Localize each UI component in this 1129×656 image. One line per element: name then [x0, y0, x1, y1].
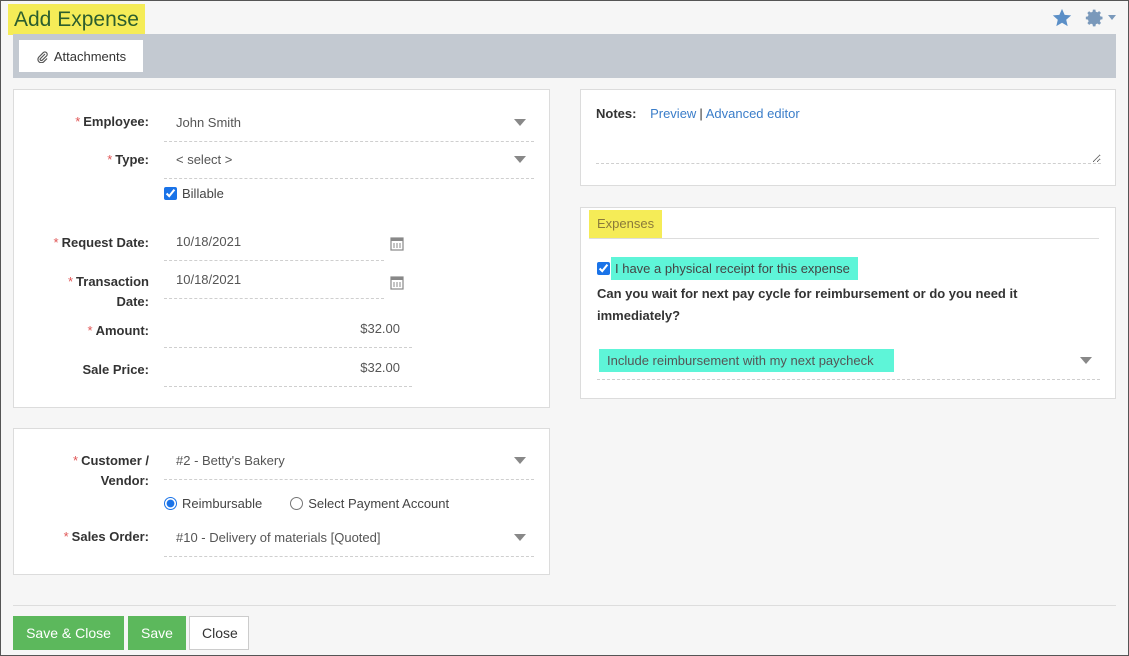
attachments-button[interactable]: Attachments: [19, 40, 143, 72]
physical-receipt-checkbox-input[interactable]: [597, 262, 610, 275]
star-icon[interactable]: [1051, 7, 1073, 29]
dropdown-caret-icon: [514, 534, 526, 541]
calendar-icon[interactable]: [390, 275, 404, 290]
customer-panel: * Customer / Vendor: #2 - Betty's Bakery R…: [13, 428, 550, 575]
chevron-down-icon: [1108, 15, 1116, 20]
payment-options: Reimbursable Select Payment Account: [164, 496, 449, 511]
customer-vendor-select[interactable]: #2 - Betty's Bakery: [164, 442, 534, 480]
type-select[interactable]: < select >: [164, 141, 534, 179]
paperclip-icon: [37, 50, 48, 63]
employee-label: * Employee:: [75, 114, 149, 129]
notes-panel: Notes: Preview | Advanced editor: [580, 89, 1116, 186]
dropdown-caret-icon: [1080, 357, 1092, 364]
sale-price-input[interactable]: $32.00: [164, 349, 412, 387]
dropdown-caret-icon: [514, 156, 526, 163]
notes-label: Notes:: [596, 106, 637, 121]
header-actions: [1051, 7, 1116, 29]
divider: [589, 238, 1099, 239]
details-panel: * Employee: John Smith * Type: < select > …: [13, 89, 550, 408]
notes-textarea[interactable]: [596, 130, 1101, 164]
sales-order-select[interactable]: #10 - Delivery of materials [Quoted]: [164, 519, 534, 557]
billable-checkbox[interactable]: Billable: [164, 186, 224, 201]
expenses-section-title: Expenses: [589, 210, 663, 238]
preview-link[interactable]: Preview: [650, 106, 696, 121]
sale-price-label: Sale Price:: [82, 362, 150, 377]
request-date-label: * Request Date:: [53, 235, 149, 250]
request-date-input[interactable]: 10/18/2021: [164, 223, 384, 261]
amount-input[interactable]: $32.00: [164, 310, 412, 348]
employee-select[interactable]: John Smith: [164, 104, 534, 142]
page-title: Add Expense: [8, 4, 145, 35]
gear-icon: [1085, 9, 1103, 27]
close-button[interactable]: Close: [189, 616, 249, 650]
physical-receipt-checkbox[interactable]: I have a physical receipt for this expen…: [597, 257, 858, 280]
reimbursement-select[interactable]: Include reimbursement with my next paych…: [597, 342, 1100, 380]
reimbursement-question: Can you wait for next pay cycle for reim…: [597, 286, 1018, 323]
transaction-date-label: * Transaction Date:: [67, 274, 149, 309]
sales-order-label: * Sales Order:: [63, 529, 149, 544]
dropdown-caret-icon: [514, 457, 526, 464]
divider: [13, 605, 1116, 606]
type-label: * Type:: [107, 152, 149, 167]
expenses-panel: Expenses I have a physical receipt for t…: [580, 207, 1116, 399]
save-button[interactable]: Save: [128, 616, 186, 650]
notes-header: Notes: Preview | Advanced editor: [596, 106, 800, 121]
customer-vendor-label: * Customer / Vendor:: [73, 453, 149, 488]
advanced-editor-link[interactable]: Advanced editor: [706, 106, 800, 121]
dropdown-caret-icon: [514, 119, 526, 126]
reimbursable-radio[interactable]: Reimbursable: [164, 496, 262, 511]
gear-menu[interactable]: [1085, 8, 1116, 28]
transaction-date-input[interactable]: 10/18/2021: [164, 261, 384, 299]
calendar-icon[interactable]: [390, 236, 404, 251]
select-payment-account-radio[interactable]: Select Payment Account: [290, 496, 449, 511]
billable-checkbox-input[interactable]: [164, 187, 177, 200]
toolbar: Attachments: [13, 34, 1116, 78]
amount-label: * Amount:: [87, 323, 150, 338]
save-and-close-button[interactable]: Save & Close: [13, 616, 124, 650]
attachments-label: Attachments: [53, 48, 127, 64]
